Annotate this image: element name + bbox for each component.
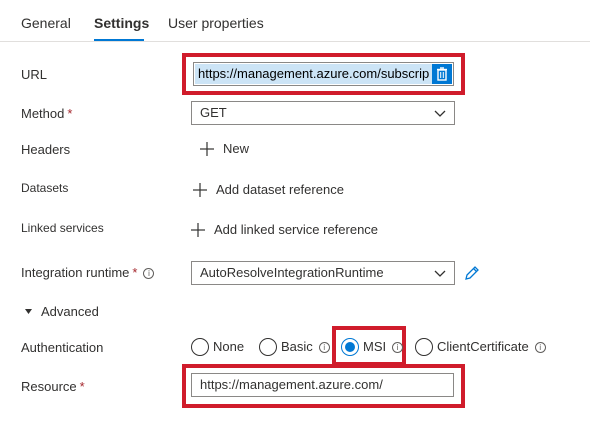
tab-settings[interactable]: Settings	[94, 15, 149, 31]
linked-services-label: Linked services	[21, 221, 104, 235]
add-linked-service-reference-button[interactable]: Add linked service reference	[190, 222, 390, 238]
headers-label: Headers	[21, 142, 71, 157]
info-icon[interactable]: i	[318, 342, 330, 353]
auth-option-label: Basic i	[281, 339, 330, 354]
integration-runtime-select[interactable]: AutoResolveIntegrationRuntime	[191, 261, 455, 285]
auth-option-label: ClientCertificate i	[437, 339, 546, 354]
auth-option-basic[interactable]: Basic i	[259, 338, 330, 356]
resource-label: Resource *	[21, 379, 85, 394]
resource-value: https://management.azure.com/	[200, 377, 383, 392]
active-tab-indicator	[94, 39, 144, 41]
tab-bar: General Settings User properties	[0, 0, 590, 42]
auth-option-none[interactable]: None	[191, 338, 247, 356]
new-header-label: New	[223, 141, 250, 156]
method-select[interactable]: GET	[191, 101, 455, 125]
integration-runtime-value: AutoResolveIntegrationRuntime	[200, 265, 384, 280]
advanced-label: Advanced	[41, 304, 99, 319]
chevron-down-icon	[434, 270, 446, 277]
pencil-icon[interactable]	[463, 264, 481, 282]
required-marker: *	[132, 265, 138, 280]
chevron-down-icon	[434, 110, 446, 117]
tab-general[interactable]: General	[21, 15, 71, 31]
auth-option-client-certificate[interactable]: ClientCertificate i	[415, 338, 555, 356]
url-label: URL	[21, 67, 48, 82]
radio-button-selected[interactable]	[341, 338, 359, 356]
advanced-toggle[interactable]: Advanced	[24, 304, 114, 320]
method-label: Method *	[21, 106, 73, 121]
auth-option-msi[interactable]: MSI i	[341, 338, 404, 356]
add-dataset-reference-button[interactable]: Add dataset reference	[192, 182, 362, 198]
auth-option-label: None	[213, 339, 245, 354]
resource-input[interactable]: https://management.azure.com/	[191, 373, 454, 397]
url-value: https://management.azure.com/subscrip	[195, 64, 433, 84]
info-icon[interactable]: i	[143, 268, 155, 279]
plus-icon	[191, 223, 205, 237]
caret-down-icon	[25, 309, 32, 314]
datasets-label: Datasets	[21, 181, 69, 195]
info-icon[interactable]: i	[534, 342, 546, 353]
add-dataset-reference-label: Add dataset reference	[216, 182, 344, 197]
method-value: GET	[200, 105, 227, 120]
tab-user-properties[interactable]: User properties	[168, 15, 264, 31]
url-input[interactable]: https://management.azure.com/subscrip	[193, 62, 454, 86]
integration-runtime-label: Integration runtime * i	[21, 265, 155, 280]
radio-button[interactable]	[415, 338, 433, 356]
authentication-label: Authentication	[21, 340, 104, 355]
required-marker: *	[79, 379, 85, 394]
auth-option-label: MSI i	[363, 339, 404, 354]
radio-dot	[345, 342, 355, 352]
info-icon[interactable]: i	[392, 342, 404, 353]
new-header-button[interactable]: New	[199, 141, 259, 157]
add-linked-service-reference-label: Add linked service reference	[214, 222, 379, 237]
trash-icon[interactable]	[432, 64, 452, 84]
radio-button[interactable]	[191, 338, 209, 356]
radio-button[interactable]	[259, 338, 277, 356]
required-marker: *	[67, 106, 73, 121]
plus-icon	[193, 183, 207, 197]
plus-icon	[200, 142, 214, 156]
